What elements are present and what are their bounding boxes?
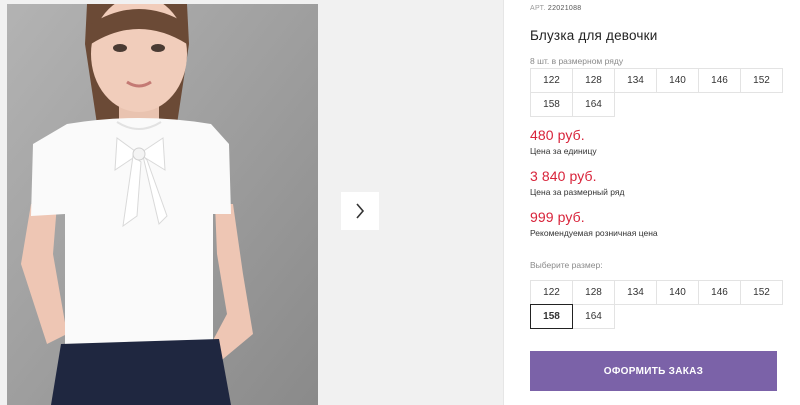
next-image-button[interactable] — [341, 192, 379, 230]
girl-blouse-image — [7, 4, 318, 405]
choose-size-label: Выберите размер: — [530, 260, 603, 270]
unit-price: 480 руб. — [530, 127, 585, 143]
size-option[interactable]: 134 — [614, 280, 657, 305]
size-row-cell: 158 — [530, 92, 573, 117]
size-row-cell: 140 — [656, 68, 699, 93]
size-option[interactable]: 122 — [530, 280, 573, 305]
size-row-cell: 146 — [698, 68, 741, 93]
panel-divider — [503, 0, 504, 405]
retail-price: 999 руб. — [530, 209, 585, 225]
size-row-cell: 152 — [740, 68, 783, 93]
article-value: 22021088 — [547, 5, 582, 12]
article-label: АРТ. — [530, 5, 546, 12]
size-option[interactable]: 152 — [740, 280, 783, 305]
unit-price-label: Цена за единицу — [530, 146, 597, 156]
size-row-grid: 122 128 134 140 146 152 158 164 — [530, 68, 783, 117]
size-option-selected[interactable]: 158 — [530, 304, 573, 329]
size-selector: 122 128 134 140 146 152 158 164 — [530, 280, 783, 329]
size-row-cell: 122 — [530, 68, 573, 93]
place-order-button[interactable]: ОФОРМИТЬ ЗАКАЗ — [530, 351, 777, 391]
size-option[interactable]: 146 — [698, 280, 741, 305]
size-row-cell: 128 — [572, 68, 615, 93]
retail-price-label: Рекомендуемая розничная цена — [530, 228, 658, 238]
size-option[interactable]: 140 — [656, 280, 699, 305]
pack-info: 8 шт. в размерном ряду — [530, 56, 624, 66]
size-option[interactable]: 128 — [572, 280, 615, 305]
product-gallery — [0, 0, 503, 405]
size-row-cell: 164 — [572, 92, 615, 117]
size-option[interactable]: 164 — [572, 304, 615, 329]
product-photo[interactable] — [7, 4, 318, 405]
row-price-label: Цена за размерный ряд — [530, 187, 625, 197]
product-info-panel: АРТ. 22021088 Блузка для девочки 8 шт. в… — [530, 0, 790, 405]
chevron-right-icon — [356, 203, 365, 219]
product-title: Блузка для девочки — [530, 28, 658, 43]
row-price: 3 840 руб. — [530, 168, 597, 184]
size-row-cell: 134 — [614, 68, 657, 93]
article-number: АРТ. 22021088 — [530, 5, 581, 12]
